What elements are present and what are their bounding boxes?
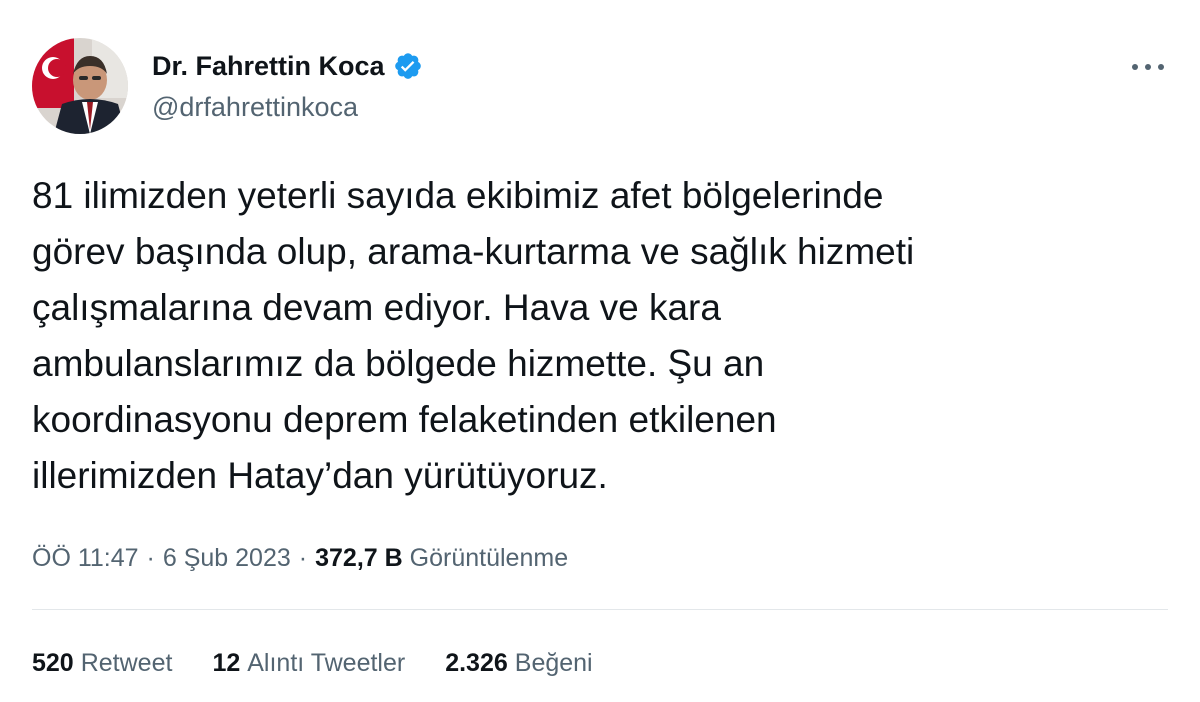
- quotes-count: 12: [212, 648, 241, 677]
- engagement-stats: 520 Retweet 12 Alıntı Tweetler 2.326 Beğ…: [32, 644, 633, 682]
- verified-badge-icon[interactable]: [393, 51, 423, 81]
- avatar-image: [32, 38, 128, 134]
- likes-label: Beğeni: [514, 648, 593, 677]
- user-handle[interactable]: @drfahrettinkoca: [152, 92, 423, 123]
- likes-stat[interactable]: 2.326 Beğeni: [445, 649, 592, 678]
- meta-separator: ·: [146, 543, 155, 572]
- quotes-label: Alıntı Tweetler: [247, 648, 406, 677]
- avatar[interactable]: [32, 38, 128, 134]
- tweet-time[interactable]: ÖÖ 11:47: [32, 544, 139, 573]
- more-horizontal-icon: [1132, 64, 1164, 70]
- likes-count: 2.326: [445, 648, 508, 677]
- display-name[interactable]: Dr. Fahrettin Koca: [152, 51, 385, 82]
- quotes-stat[interactable]: 12 Alıntı Tweetler: [212, 649, 405, 678]
- retweets-stat[interactable]: 520 Retweet: [32, 649, 172, 678]
- tweet-date[interactable]: 6 Şub 2023: [163, 544, 291, 573]
- retweets-count: 520: [32, 648, 74, 677]
- tweet-meta: ÖÖ 11:47 · 6 Şub 2023 · 372,7 B Görüntül…: [32, 540, 568, 576]
- tweet-card: Dr. Fahrettin Koca @drfahrettinkoca 81 i…: [0, 0, 1200, 702]
- retweets-label: Retweet: [80, 648, 173, 677]
- name-row: Dr. Fahrettin Koca: [152, 46, 423, 86]
- views-label: Görüntülenme: [409, 543, 569, 572]
- more-options-button[interactable]: [1124, 52, 1172, 82]
- views-count: 372,7 B: [315, 543, 403, 572]
- meta-separator: ·: [298, 543, 308, 572]
- user-block: Dr. Fahrettin Koca @drfahrettinkoca: [152, 46, 423, 123]
- divider: [32, 609, 1168, 610]
- tweet-text: 81 ilimizden yeterli sayıda ekibimiz afe…: [32, 175, 915, 496]
